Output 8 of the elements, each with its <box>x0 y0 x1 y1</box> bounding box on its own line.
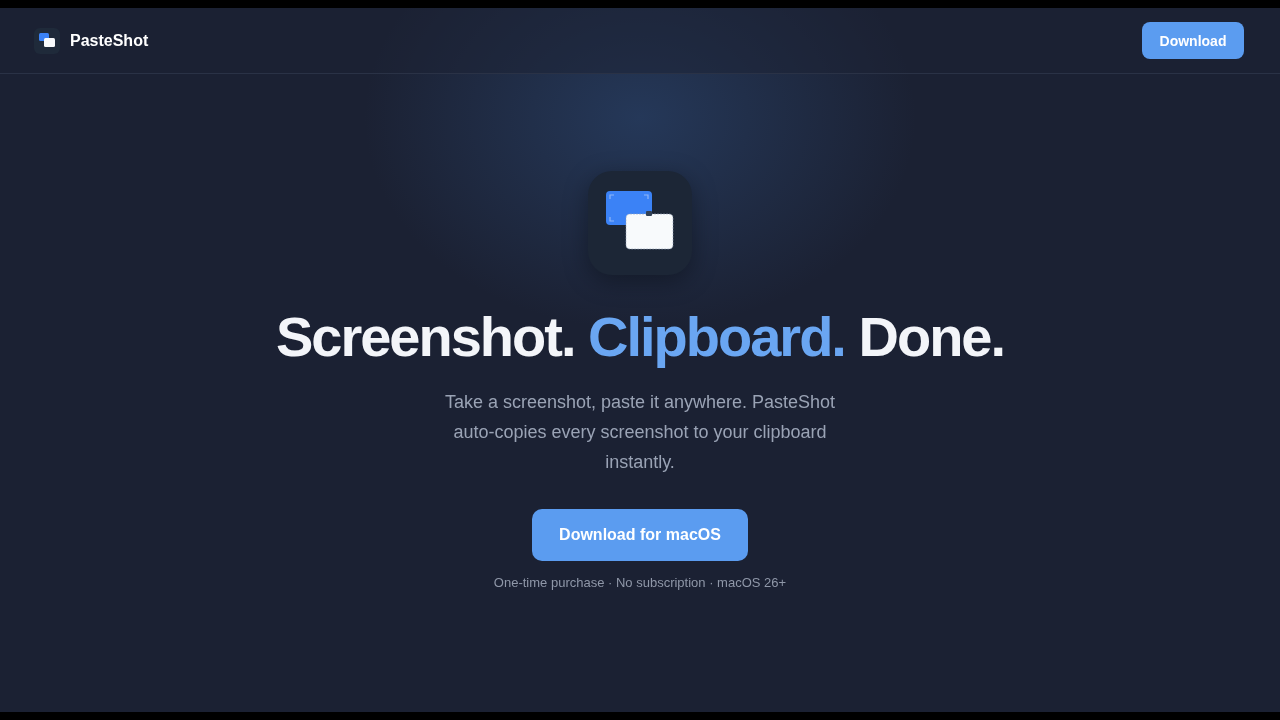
download-button[interactable]: Download <box>1142 22 1244 59</box>
purchase-note: One-time purchase · No subscription · macOS 26+ <box>493 575 787 590</box>
subtitle: Take a screenshot, paste it anywhere. PasteShot auto-copies every screenshot to your clipboard instantly. <box>443 391 837 474</box>
brand-name[interactable]: PasteShot <box>70 31 149 50</box>
download-for-macos-button[interactable]: Download for macOS <box>532 509 748 561</box>
logo-icon <box>34 27 60 54</box>
headline: Screenshot. Clipboard. Done. <box>275 305 1005 369</box>
app-icon <box>588 171 692 275</box>
